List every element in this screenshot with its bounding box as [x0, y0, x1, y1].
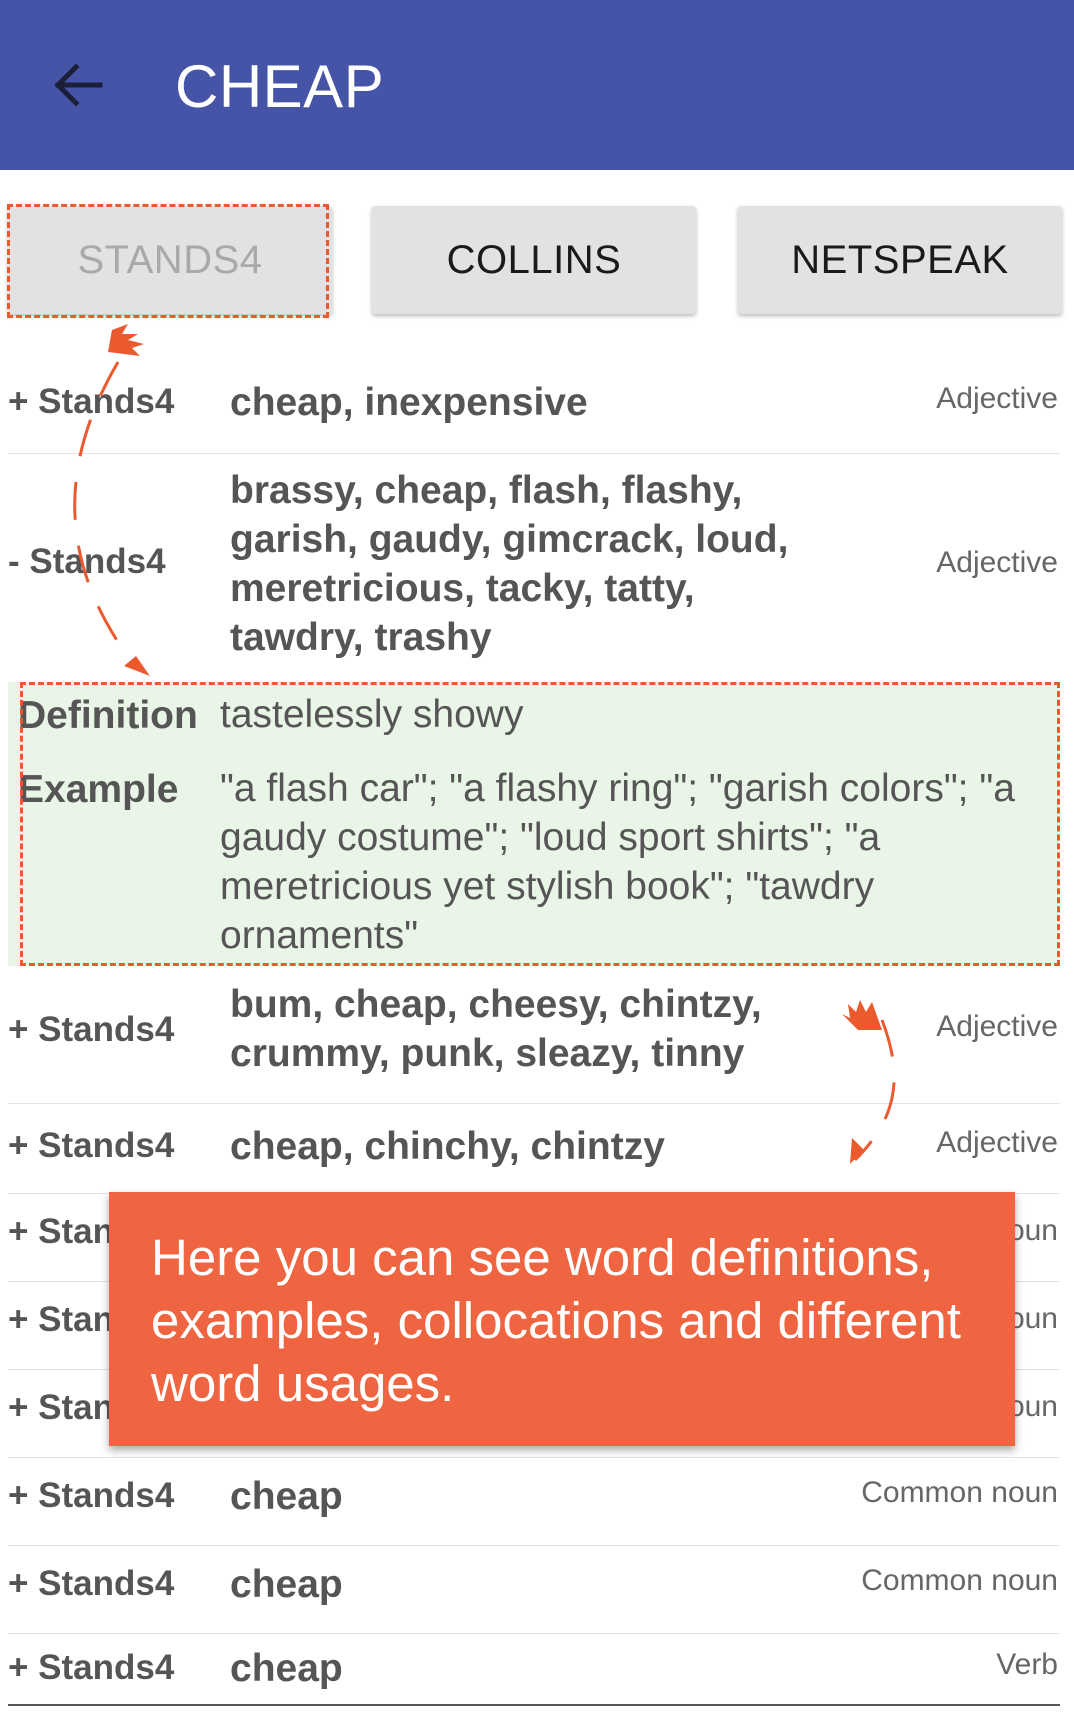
arrow-head-icon	[124, 656, 150, 676]
arrow-feather-icon	[108, 324, 144, 356]
tutorial-arrows	[73, 324, 896, 1164]
arrow-feather-icon	[842, 1000, 882, 1030]
curved-arrow-tabs-to-definition	[73, 361, 140, 671]
curved-arrow-to-rows	[853, 1019, 896, 1162]
tutorial-tooltip[interactable]: Here you can see word definitions, examp…	[109, 1192, 1015, 1446]
tooltip-text: Here you can see word definitions, examp…	[151, 1229, 961, 1412]
